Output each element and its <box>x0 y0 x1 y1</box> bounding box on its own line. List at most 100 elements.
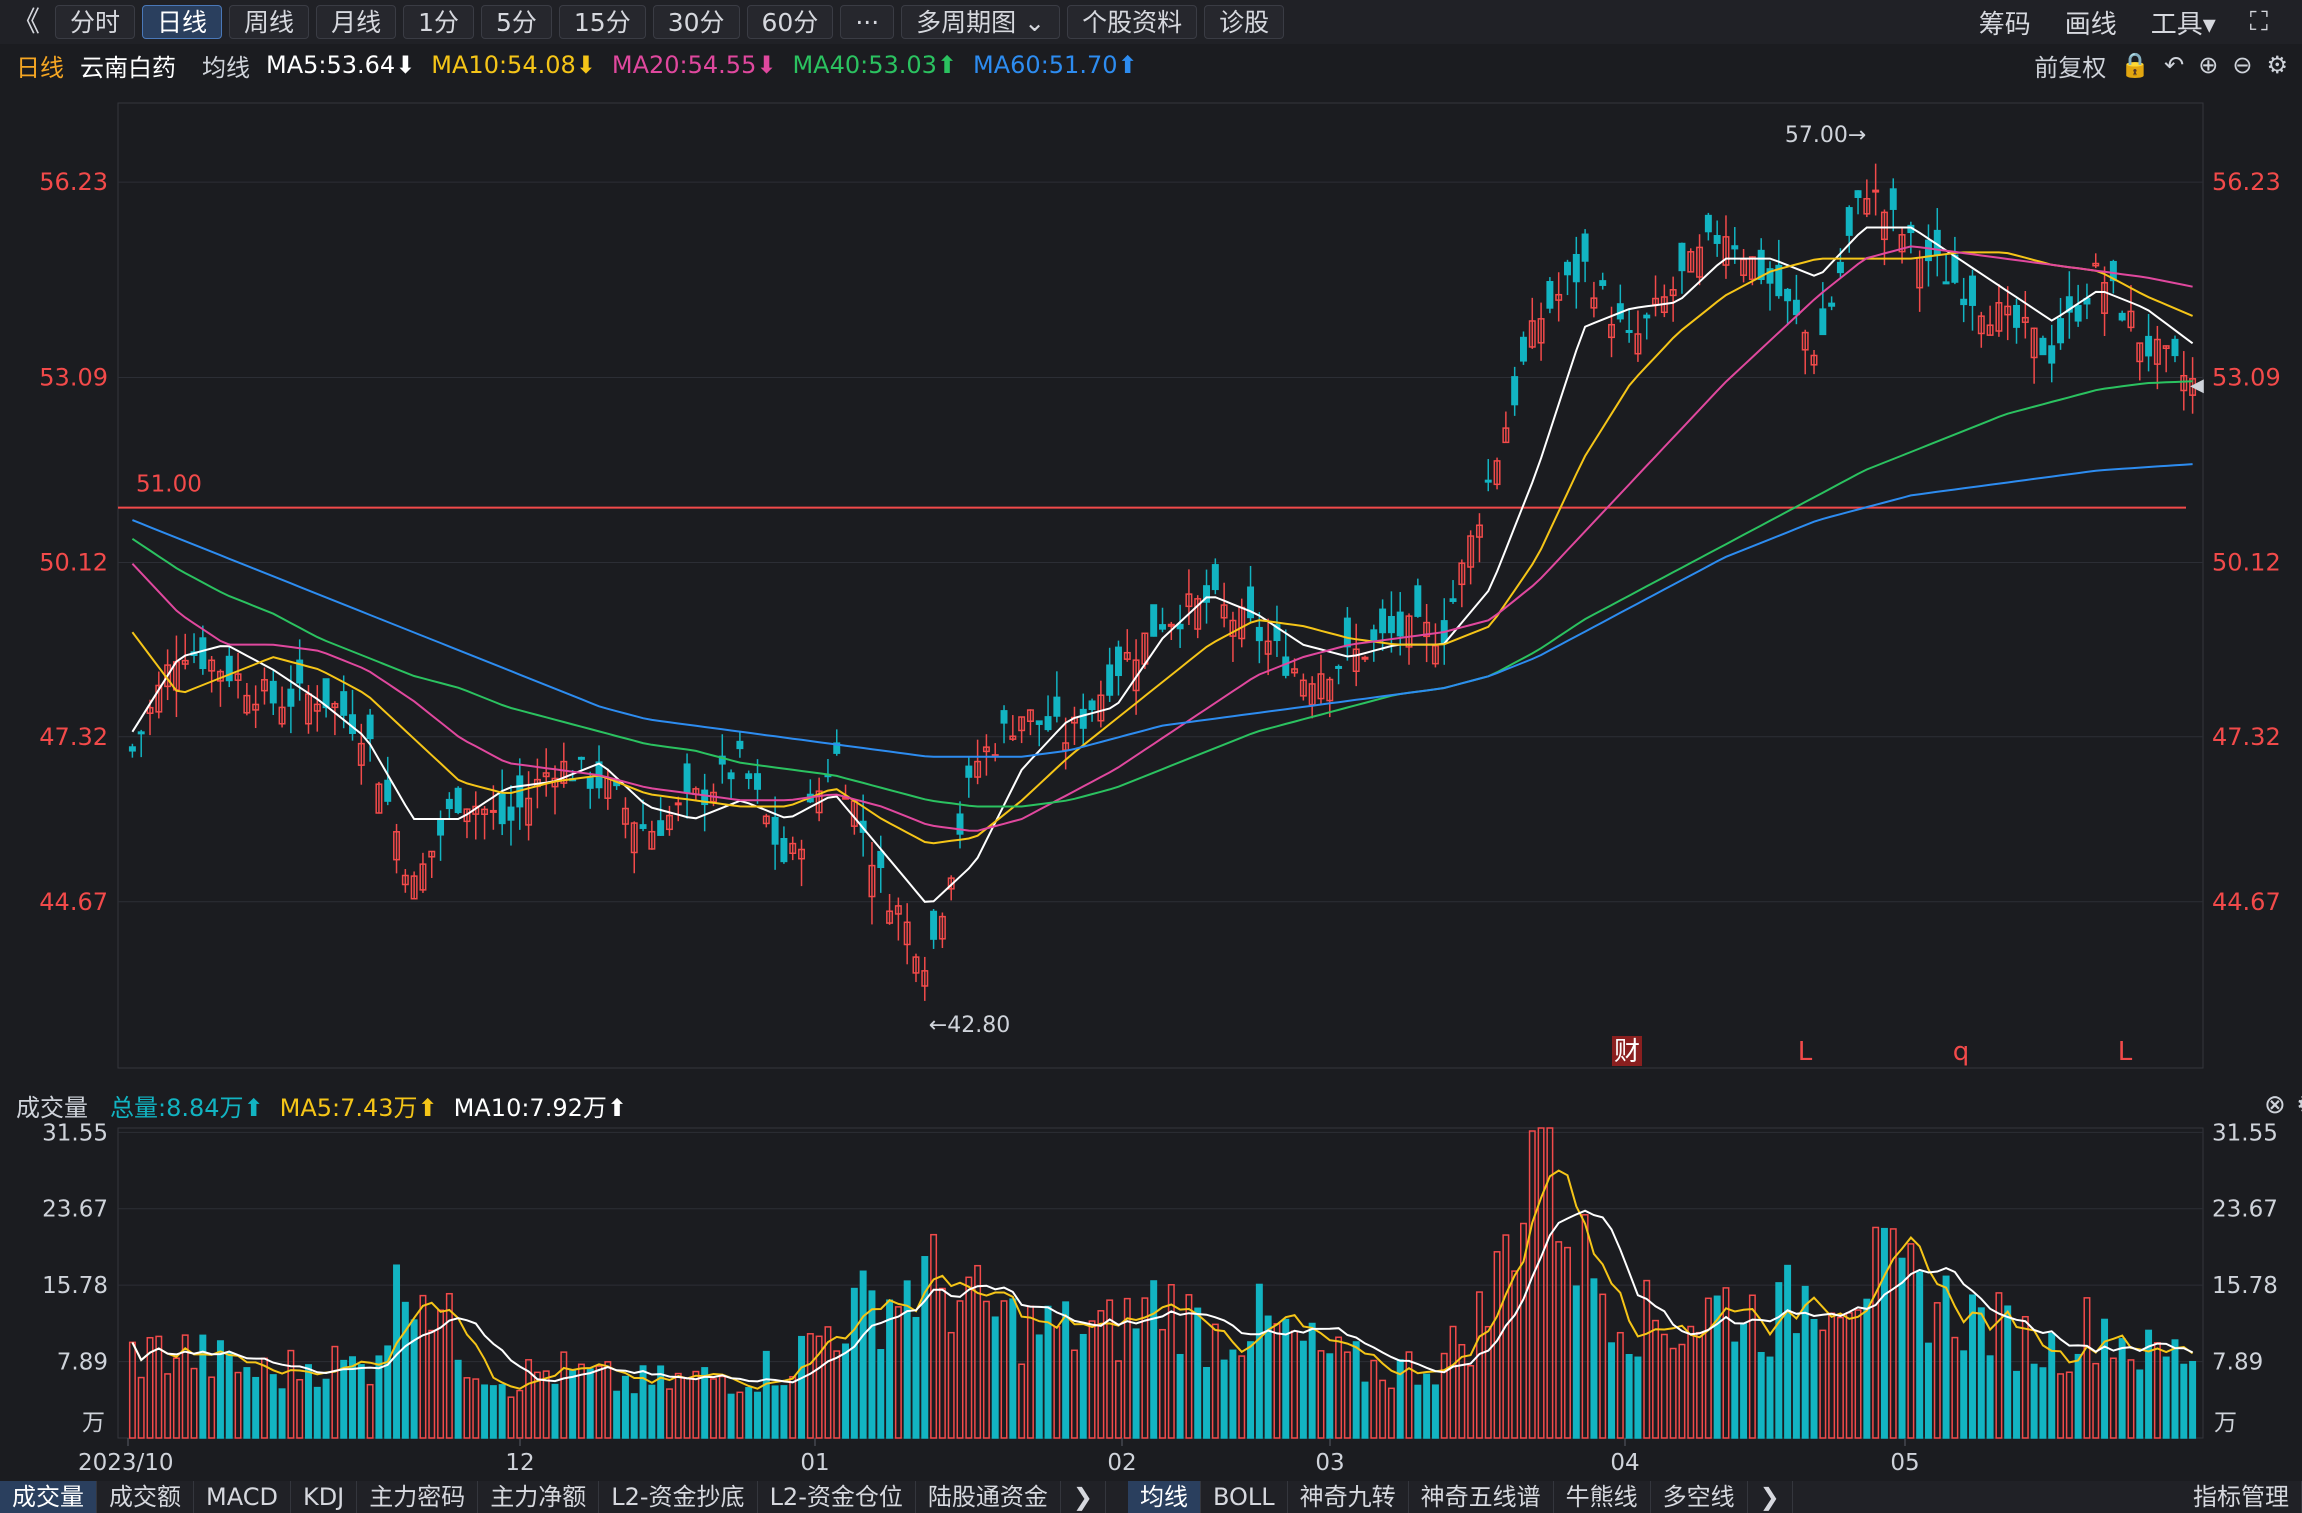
indicator-tab-7[interactable]: L2-资金仓位 <box>758 1481 916 1513</box>
volume-bar <box>1590 1278 1598 1439</box>
candle-body <box>1572 253 1580 283</box>
chevron-right-icon[interactable]: ❯ <box>1061 1481 1106 1513</box>
volume-bar <box>1247 1341 1255 1439</box>
volume-bar <box>1370 1359 1378 1439</box>
indicator-tabs: 成交量 成交额 MACD KDJ 主力密码 主力净额 L2-资金抄底 L2-资金仓位 陆股通资金… <box>0 1481 2302 1513</box>
volume-bar <box>1986 1355 1994 1439</box>
volume-bar <box>745 1387 753 1439</box>
volume-tick-left: 23.67 <box>42 1197 108 1223</box>
indicator-tab-1[interactable]: 成交额 <box>97 1481 194 1513</box>
price-tick-right: 50.12 <box>2212 548 2281 576</box>
volume-bar <box>1255 1283 1263 1439</box>
volume-bar <box>1775 1282 1783 1439</box>
candle-body <box>1836 261 1844 274</box>
price-frame <box>117 102 2204 1069</box>
volume-bar <box>894 1306 902 1439</box>
volume-bar <box>1687 1325 1695 1439</box>
indicator-tab-2[interactable]: MACD <box>194 1481 291 1513</box>
volume-bar <box>1704 1297 1712 1439</box>
volume-bar <box>2065 1371 2073 1439</box>
candle-body <box>1396 611 1404 637</box>
indicator-tab-8[interactable]: 陆股通资金 <box>916 1481 1061 1513</box>
indicator-tab-0[interactable]: 成交量 <box>0 1481 97 1513</box>
candle-body <box>1088 700 1096 711</box>
volume-bar <box>190 1367 198 1439</box>
volume-bar <box>1564 1246 1571 1439</box>
candle-body <box>2074 304 2082 322</box>
overlay-tab-0[interactable]: 均线 <box>1127 1481 1201 1513</box>
candle-body <box>1000 710 1008 724</box>
candle-body <box>965 765 973 778</box>
volume-bar <box>1731 1341 1739 1439</box>
volume-bar <box>1819 1329 1827 1439</box>
overlay-tab-1[interactable]: BOLL <box>1201 1481 1288 1513</box>
overlay-tab-2[interactable]: 神奇九转 <box>1288 1481 1409 1513</box>
volume-bar <box>243 1367 251 1439</box>
overlay-tab-5[interactable]: 多空线 <box>1651 1481 1748 1513</box>
volume-bar <box>260 1357 268 1439</box>
volume-tick-left: 15.78 <box>42 1273 108 1299</box>
volume-bar <box>1475 1291 1483 1439</box>
volume-bar <box>850 1287 858 1439</box>
x-tick-label: 01 <box>800 1450 829 1476</box>
ma-line-ma10 <box>131 251 2193 845</box>
volume-bar <box>1308 1322 1316 1439</box>
volume-bar <box>1784 1264 1792 1439</box>
volume-bar <box>1740 1323 1748 1439</box>
candle-body <box>1819 308 1827 336</box>
candle-body <box>2057 318 2065 344</box>
indicator-tab-3[interactable]: KDJ <box>291 1481 358 1513</box>
chevron-right-icon-2[interactable]: ❯ <box>1748 1481 1793 1513</box>
volume-bar <box>1431 1384 1439 1439</box>
volume-bar <box>489 1385 497 1439</box>
volume-bar <box>947 1331 955 1439</box>
volume-bar <box>507 1396 515 1439</box>
volume-bar <box>833 1350 841 1439</box>
volume-bar <box>366 1383 374 1439</box>
candle-body <box>1643 314 1651 319</box>
volume-bar <box>1766 1356 1774 1439</box>
volume-bar <box>1159 1328 1166 1439</box>
candle-body <box>1335 665 1343 669</box>
volume-bar <box>2021 1315 2029 1439</box>
x-tick-label: 05 <box>1890 1450 1919 1476</box>
price-volume-chart[interactable]: 56.23 56.23 53.09 53.09 50.12 50.12 47.32 47.32… <box>0 0 2302 1480</box>
volume-bar <box>1361 1381 1369 1439</box>
volume-bar <box>428 1329 436 1439</box>
volume-bar <box>621 1375 629 1439</box>
overlay-tab-4[interactable]: 牛熊线 <box>1554 1481 1651 1513</box>
volume-bar <box>1810 1318 1818 1439</box>
volume-tick-right: 15.78 <box>2212 1273 2278 1299</box>
volume-bar <box>1660 1333 1668 1439</box>
volume-bar <box>278 1388 286 1439</box>
indicator-manage-button[interactable]: 指标管理 <box>2181 1481 2302 1513</box>
candle-body <box>2145 335 2153 357</box>
candle-body <box>1942 281 1950 285</box>
volume-bar <box>2127 1359 2135 1439</box>
candle-body <box>2118 312 2126 321</box>
indicator-tab-4[interactable]: 主力密码 <box>357 1481 479 1513</box>
indicator-tab-5[interactable]: 主力净额 <box>478 1481 600 1513</box>
volume-bar <box>798 1335 806 1439</box>
marker-text: q <box>1953 1037 1970 1067</box>
candle-body <box>1951 254 1959 283</box>
candle-body <box>727 772 735 780</box>
volume-bar <box>481 1384 489 1439</box>
candle-body <box>1581 233 1589 262</box>
volume-bar <box>331 1345 339 1439</box>
volume-bar <box>613 1390 621 1439</box>
volume-bar <box>2074 1353 2082 1439</box>
indicator-tab-6[interactable]: L2-资金抄底 <box>599 1481 758 1513</box>
overlay-tab-3[interactable]: 神奇五线谱 <box>1409 1481 1554 1513</box>
candle-body <box>577 756 585 760</box>
volume-bar <box>172 1357 180 1439</box>
volume-bar <box>1299 1340 1307 1439</box>
volume-bar <box>569 1369 577 1439</box>
ma-line-ma5 <box>131 226 2194 903</box>
volume-bar <box>2083 1297 2091 1439</box>
volume-bar <box>1792 1333 1800 1439</box>
volume-bar <box>2013 1370 2020 1439</box>
volume-bar <box>1150 1280 1158 1439</box>
volume-bar <box>1317 1350 1325 1439</box>
volume-bar <box>454 1359 462 1439</box>
